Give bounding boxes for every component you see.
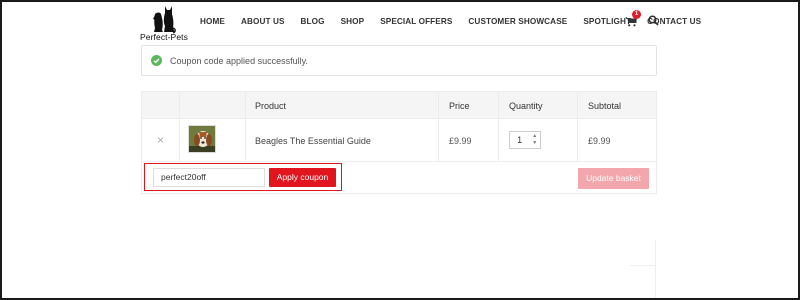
- cart-totals-border: [630, 265, 656, 266]
- header-quantity: Quantity: [509, 101, 543, 111]
- header-price: Price: [449, 101, 470, 111]
- beagle-book-image: [189, 126, 215, 152]
- pets-logo-icon: [153, 6, 176, 34]
- product-thumbnail[interactable]: [188, 125, 216, 153]
- check-circle-icon: [151, 55, 162, 66]
- quantity-stepper[interactable]: 1 ▲ ▼: [509, 131, 541, 149]
- decrement-arrow-icon[interactable]: ▼: [532, 140, 537, 147]
- row-divider: [142, 161, 656, 162]
- nav-customer-showcase[interactable]: CUSTOMER SHOWCASE: [468, 17, 567, 26]
- cart-totals-border: [655, 240, 656, 298]
- nav-about-us[interactable]: ABOUT US: [241, 17, 285, 26]
- coupon-code-input[interactable]: perfect20off: [153, 168, 265, 187]
- nav-home[interactable]: HOME: [200, 17, 225, 26]
- cart-table: Product Price Quantity Subtotal × Beagle…: [141, 91, 657, 194]
- notice-message: Coupon code applied successfully.: [170, 55, 308, 66]
- remove-item-icon[interactable]: ×: [157, 134, 164, 146]
- header-product: Product: [255, 101, 287, 111]
- coupon-highlight-box: perfect20off Apply coupon: [144, 163, 342, 191]
- product-subtotal: £9.99: [588, 136, 611, 146]
- apply-coupon-button[interactable]: Apply coupon: [269, 168, 336, 187]
- update-basket-button[interactable]: Update basket: [578, 168, 649, 189]
- nav-special-offers[interactable]: SPECIAL OFFERS: [380, 17, 452, 26]
- product-name-link[interactable]: Beagles The Essential Guide: [255, 136, 371, 146]
- cart-table-header: Product Price Quantity Subtotal: [142, 92, 656, 119]
- increment-arrow-icon[interactable]: ▲: [532, 133, 537, 140]
- cart-count-badge: 1: [632, 10, 641, 19]
- quantity-value[interactable]: 1: [510, 135, 529, 145]
- column-divider: [438, 92, 439, 161]
- column-divider: [498, 92, 499, 161]
- header-subtotal: Subtotal: [588, 101, 622, 111]
- column-divider: [179, 92, 180, 161]
- product-price: £9.99: [449, 136, 472, 146]
- site-name: Perfect-Pets: [140, 32, 188, 42]
- column-divider: [577, 92, 578, 161]
- success-notice: Coupon code applied successfully.: [141, 45, 657, 76]
- nav-blog[interactable]: BLOG: [301, 17, 325, 26]
- search-icon[interactable]: [648, 15, 659, 26]
- nav-shop[interactable]: SHOP: [341, 17, 365, 26]
- column-divider: [245, 92, 246, 161]
- quantity-spinner[interactable]: ▲ ▼: [529, 132, 540, 148]
